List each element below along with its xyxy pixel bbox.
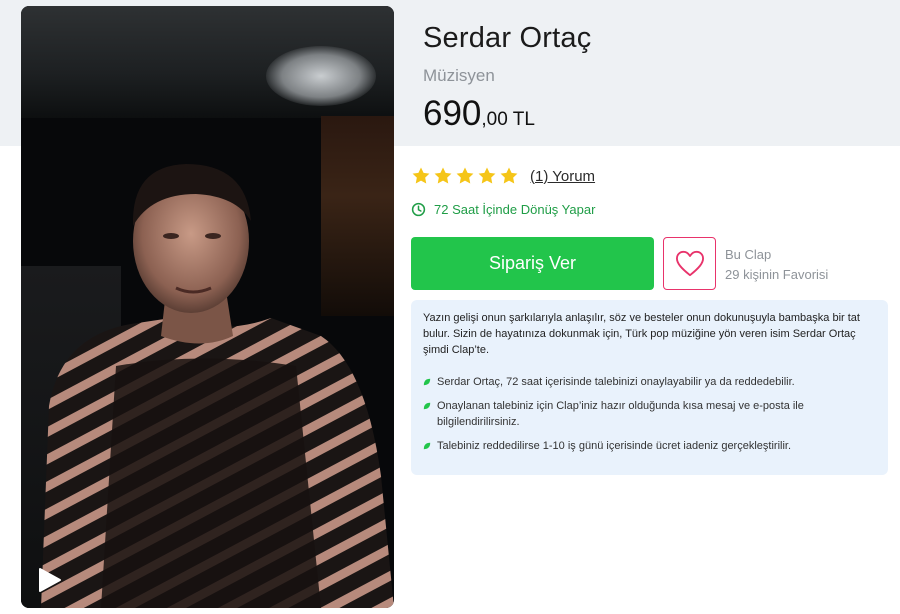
star-icon (500, 167, 518, 184)
favorite-count: 29 kişinin Favorisi (725, 267, 829, 282)
rating-row: (1) Yorum (411, 164, 595, 188)
video-person (41, 164, 394, 608)
delivery-text: 72 Saat İçinde Dönüş Yapar (434, 202, 596, 217)
info-box: Yazın gelişi onun şarkılarıyla anlaşılır… (411, 300, 888, 475)
info-item-text: Onaylanan talebiniz için Clap’iniz hazır… (437, 400, 804, 428)
price-decimal: ,00 TL (481, 109, 535, 130)
info-item-text: Serdar Ortaç, 72 saat içerisinde talebin… (437, 376, 795, 388)
delivery-time: 72 Saat İçinde Dönüş Yapar (411, 202, 595, 217)
star-icon (412, 167, 430, 184)
heart-icon (675, 250, 704, 276)
star-icon (456, 167, 474, 184)
star-rating (411, 166, 521, 186)
price-integer: 690 (423, 94, 482, 133)
clock-icon (411, 202, 426, 217)
product-price: 690,00 TL (423, 94, 535, 134)
list-item: Onaylanan talebiniz için Clap’iniz hazır… (423, 398, 876, 430)
star-icon (434, 167, 452, 184)
list-item: Talebiniz reddedilirse 1-10 iş günü içer… (423, 438, 876, 454)
info-item-text: Talebiniz reddedilirse 1-10 iş günü içer… (437, 440, 792, 452)
product-category: Müzisyen (423, 66, 495, 85)
order-button[interactable]: Sipariş Ver (411, 237, 654, 290)
product-title: Serdar Ortaç (423, 22, 592, 54)
info-list: Serdar Ortaç, 72 saat içerisinde talebin… (423, 374, 876, 454)
leaf-icon (423, 442, 431, 450)
favorite-button[interactable] (663, 237, 716, 290)
reviews-link[interactable]: (1) Yorum (530, 168, 595, 185)
leaf-icon (423, 378, 431, 386)
play-icon[interactable] (35, 566, 63, 594)
favorite-info: Bu Clap 29 kişinin Favorisi (725, 245, 828, 285)
leaf-icon (423, 402, 431, 410)
favorite-caption: Bu Clap (725, 247, 772, 262)
info-intro: Yazın gelişi onun şarkılarıyla anlaşılır… (423, 312, 860, 356)
star-icon (478, 167, 496, 184)
video-preview[interactable] (21, 6, 394, 608)
list-item: Serdar Ortaç, 72 saat içerisinde talebin… (423, 374, 876, 390)
